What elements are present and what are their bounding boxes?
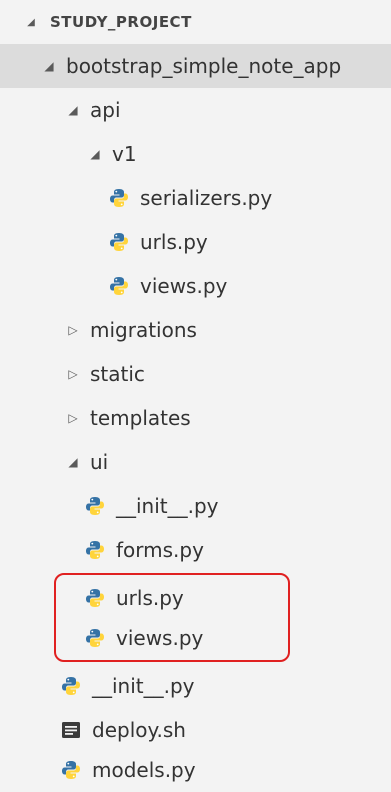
project-title: STUDY_PROJECT (50, 12, 192, 31)
chevron-down-icon: ◢ (68, 103, 78, 117)
shell-file-icon (60, 719, 82, 741)
python-file-icon (84, 587, 106, 609)
tree-item-label: __init__.py (116, 494, 219, 518)
tree-item-bootstrap-simple-note-app[interactable]: ◢ bootstrap_simple_note_app (0, 44, 391, 88)
tree-item-ui-views-py[interactable]: views.py (0, 616, 391, 660)
python-file-icon (84, 627, 106, 649)
tree-item-label: static (90, 362, 145, 386)
python-file-icon (84, 539, 106, 561)
chevron-down-icon: ◢ (44, 59, 54, 73)
python-file-icon (108, 275, 130, 297)
chevron-down-icon: ◢ (27, 16, 35, 28)
python-file-icon (108, 187, 130, 209)
chevron-right-icon: ▷ (68, 367, 78, 381)
tree-item-api[interactable]: ◢ api (0, 88, 391, 132)
chevron-down-icon: ◢ (68, 455, 78, 469)
tree-item-ui-init-py[interactable]: __init__.py (0, 484, 391, 528)
python-file-icon (60, 675, 82, 697)
chevron-right-icon: ▷ (68, 323, 78, 337)
explorer-section-header[interactable]: ◢ STUDY_PROJECT (0, 0, 391, 44)
tree-item-models-py[interactable]: models.py (0, 748, 391, 792)
tree-item-label: urls.py (116, 586, 184, 610)
tree-item-app-init-py[interactable]: __init__.py (0, 664, 391, 708)
tree-item-deploy-sh[interactable]: deploy.sh (0, 708, 391, 752)
chevron-right-icon: ▷ (68, 411, 78, 425)
tree-item-serializers-py[interactable]: serializers.py (0, 176, 391, 220)
tree-item-static[interactable]: ▷ static (0, 352, 391, 396)
tree-item-label: __init__.py (92, 674, 195, 698)
tree-item-label: api (90, 98, 121, 122)
python-file-icon (84, 495, 106, 517)
tree-item-label: forms.py (116, 538, 204, 562)
tree-item-label: views.py (140, 274, 228, 298)
tree-item-label: serializers.py (140, 186, 273, 210)
tree-item-ui-urls-py[interactable]: urls.py (0, 576, 391, 620)
tree-item-api-views-py[interactable]: views.py (0, 264, 391, 308)
tree-item-migrations[interactable]: ▷ migrations (0, 308, 391, 352)
tree-item-label: urls.py (140, 230, 208, 254)
tree-item-v1[interactable]: ◢ v1 (0, 132, 391, 176)
python-file-icon (60, 759, 82, 781)
tree-item-label: templates (90, 406, 191, 430)
tree-item-api-urls-py[interactable]: urls.py (0, 220, 391, 264)
tree-item-label: migrations (90, 318, 197, 342)
tree-item-ui-forms-py[interactable]: forms.py (0, 528, 391, 572)
chevron-down-icon: ◢ (90, 147, 100, 161)
tree-item-label: deploy.sh (92, 718, 186, 742)
file-explorer: ◢ STUDY_PROJECT ◢ bootstrap_simple_note_… (0, 0, 391, 784)
tree-item-ui[interactable]: ◢ ui (0, 440, 391, 484)
python-file-icon (108, 231, 130, 253)
tree-item-label: bootstrap_simple_note_app (66, 54, 342, 78)
tree-item-label: models.py (92, 758, 196, 782)
tree-item-label: v1 (112, 142, 137, 166)
tree-item-templates[interactable]: ▷ templates (0, 396, 391, 440)
tree-item-label: ui (90, 450, 109, 474)
tree-item-label: views.py (116, 626, 204, 650)
